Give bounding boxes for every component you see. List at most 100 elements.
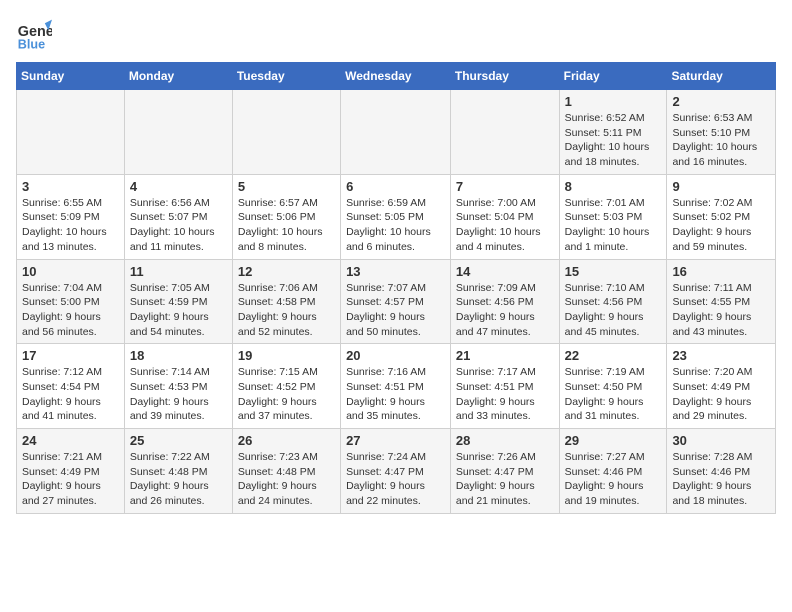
day-number: 10 — [22, 264, 119, 279]
calendar-cell — [232, 90, 340, 175]
day-detail: Sunrise: 6:59 AM Sunset: 5:05 PM Dayligh… — [346, 196, 445, 255]
calendar-cell: 30Sunrise: 7:28 AM Sunset: 4:46 PM Dayli… — [667, 429, 776, 514]
day-detail: Sunrise: 7:17 AM Sunset: 4:51 PM Dayligh… — [456, 365, 554, 424]
day-number: 22 — [565, 348, 662, 363]
day-detail: Sunrise: 7:28 AM Sunset: 4:46 PM Dayligh… — [672, 450, 770, 509]
day-detail: Sunrise: 6:52 AM Sunset: 5:11 PM Dayligh… — [565, 111, 662, 170]
day-number: 9 — [672, 179, 770, 194]
calendar-cell: 23 Sunrise: 7:20 AM Sunset: 4:49 PM Dayli… — [667, 344, 776, 429]
day-detail: Sunrise: 7:01 AM Sunset: 5:03 PM Dayligh… — [565, 196, 662, 255]
calendar-cell: 14 Sunrise: 7:09 AM Sunset: 4:56 PM Dayli… — [450, 259, 559, 344]
day-detail: Sunrise: 6:57 AM Sunset: 5:06 PM Dayligh… — [238, 196, 335, 255]
day-detail: Sunrise: 7:10 AM Sunset: 4:56 PM Dayligh… — [565, 281, 662, 340]
day-detail: Sunrise: 7:23 AM Sunset: 4:48 PM Dayligh… — [238, 450, 335, 509]
weekday-header: Friday — [559, 63, 667, 90]
day-detail: Sunrise: 7:00 AM Sunset: 5:04 PM Dayligh… — [456, 196, 554, 255]
day-number: 28 — [456, 433, 554, 448]
day-number: 11 — [130, 264, 227, 279]
day-number: 8 — [565, 179, 662, 194]
weekday-header: Sunday — [17, 63, 125, 90]
weekday-header: Tuesday — [232, 63, 340, 90]
calendar-cell — [450, 90, 559, 175]
calendar-cell: 12Sunrise: 7:06 AM Sunset: 4:58 PM Dayli… — [232, 259, 340, 344]
calendar-cell: 7 Sunrise: 7:00 AM Sunset: 5:04 PM Daylig… — [450, 174, 559, 259]
day-number: 21 — [456, 348, 554, 363]
day-detail: Sunrise: 7:14 AM Sunset: 4:53 PM Dayligh… — [130, 365, 227, 424]
calendar-cell: 16 Sunrise: 7:11 AM Sunset: 4:55 PM Dayli… — [667, 259, 776, 344]
calendar-cell: 29 Sunrise: 7:27 AM Sunset: 4:46 PM Dayli… — [559, 429, 667, 514]
day-number: 5 — [238, 179, 335, 194]
calendar-cell: 9 Sunrise: 7:02 AM Sunset: 5:02 PM Daylig… — [667, 174, 776, 259]
weekday-header: Saturday — [667, 63, 776, 90]
day-number: 17 — [22, 348, 119, 363]
day-detail: Sunrise: 7:05 AM Sunset: 4:59 PM Dayligh… — [130, 281, 227, 340]
calendar-cell: 13 Sunrise: 7:07 AM Sunset: 4:57 PM Dayli… — [341, 259, 451, 344]
day-detail: Sunrise: 7:11 AM Sunset: 4:55 PM Dayligh… — [672, 281, 770, 340]
day-detail: Sunrise: 7:26 AM Sunset: 4:47 PM Dayligh… — [456, 450, 554, 509]
weekday-header: Thursday — [450, 63, 559, 90]
day-detail: Sunrise: 7:15 AM Sunset: 4:52 PM Dayligh… — [238, 365, 335, 424]
calendar-cell: 3 Sunrise: 6:55 AM Sunset: 5:09 PM Daylig… — [17, 174, 125, 259]
day-detail: Sunrise: 7:21 AM Sunset: 4:49 PM Dayligh… — [22, 450, 119, 509]
day-detail: Sunrise: 7:24 AM Sunset: 4:47 PM Dayligh… — [346, 450, 445, 509]
calendar-cell: 19 Sunrise: 7:15 AM Sunset: 4:52 PM Dayli… — [232, 344, 340, 429]
calendar-cell: 20Sunrise: 7:16 AM Sunset: 4:51 PM Dayli… — [341, 344, 451, 429]
day-detail: Sunrise: 6:53 AM Sunset: 5:10 PM Dayligh… — [672, 111, 770, 170]
day-number: 20 — [346, 348, 445, 363]
calendar-cell: 17 Sunrise: 7:12 AM Sunset: 4:54 PM Dayli… — [17, 344, 125, 429]
day-number: 29 — [565, 433, 662, 448]
day-detail: Sunrise: 7:22 AM Sunset: 4:48 PM Dayligh… — [130, 450, 227, 509]
day-number: 2 — [672, 94, 770, 109]
day-detail: Sunrise: 7:20 AM Sunset: 4:49 PM Dayligh… — [672, 365, 770, 424]
day-detail: Sunrise: 7:06 AM Sunset: 4:58 PM Dayligh… — [238, 281, 335, 340]
calendar-cell: 25 Sunrise: 7:22 AM Sunset: 4:48 PM Dayli… — [124, 429, 232, 514]
calendar-cell: 15 Sunrise: 7:10 AM Sunset: 4:56 PM Dayli… — [559, 259, 667, 344]
day-number: 15 — [565, 264, 662, 279]
calendar-cell: 26 Sunrise: 7:23 AM Sunset: 4:48 PM Dayli… — [232, 429, 340, 514]
day-detail: Sunrise: 7:07 AM Sunset: 4:57 PM Dayligh… — [346, 281, 445, 340]
calendar-cell: 22 Sunrise: 7:19 AM Sunset: 4:50 PM Dayli… — [559, 344, 667, 429]
calendar-cell: 27 Sunrise: 7:24 AM Sunset: 4:47 PM Dayli… — [341, 429, 451, 514]
day-detail: Sunrise: 7:09 AM Sunset: 4:56 PM Dayligh… — [456, 281, 554, 340]
day-detail: Sunrise: 7:02 AM Sunset: 5:02 PM Dayligh… — [672, 196, 770, 255]
calendar-cell: 24 Sunrise: 7:21 AM Sunset: 4:49 PM Dayli… — [17, 429, 125, 514]
calendar-cell: 8 Sunrise: 7:01 AM Sunset: 5:03 PM Daylig… — [559, 174, 667, 259]
day-number: 23 — [672, 348, 770, 363]
calendar-cell: 11 Sunrise: 7:05 AM Sunset: 4:59 PM Dayli… — [124, 259, 232, 344]
logo: General Blue — [16, 16, 58, 52]
day-number: 24 — [22, 433, 119, 448]
day-number: 14 — [456, 264, 554, 279]
calendar-cell — [17, 90, 125, 175]
day-number: 25 — [130, 433, 227, 448]
weekday-header: Wednesday — [341, 63, 451, 90]
logo-icon: General Blue — [16, 16, 52, 52]
calendar-cell — [341, 90, 451, 175]
page-header: General Blue — [16, 16, 776, 52]
calendar-cell: 18 Sunrise: 7:14 AM Sunset: 4:53 PM Dayli… — [124, 344, 232, 429]
day-number: 4 — [130, 179, 227, 194]
day-number: 26 — [238, 433, 335, 448]
calendar-cell — [124, 90, 232, 175]
calendar-cell: 6Sunrise: 6:59 AM Sunset: 5:05 PM Daylig… — [341, 174, 451, 259]
day-number: 13 — [346, 264, 445, 279]
calendar-header: SundayMondayTuesdayWednesdayThursdayFrid… — [17, 63, 776, 90]
day-number: 1 — [565, 94, 662, 109]
day-number: 19 — [238, 348, 335, 363]
day-detail: Sunrise: 6:55 AM Sunset: 5:09 PM Dayligh… — [22, 196, 119, 255]
day-detail: Sunrise: 7:27 AM Sunset: 4:46 PM Dayligh… — [565, 450, 662, 509]
day-number: 16 — [672, 264, 770, 279]
day-detail: Sunrise: 7:12 AM Sunset: 4:54 PM Dayligh… — [22, 365, 119, 424]
calendar-cell: 1 Sunrise: 6:52 AM Sunset: 5:11 PM Daylig… — [559, 90, 667, 175]
day-detail: Sunrise: 7:19 AM Sunset: 4:50 PM Dayligh… — [565, 365, 662, 424]
day-number: 3 — [22, 179, 119, 194]
calendar-cell: 10 Sunrise: 7:04 AM Sunset: 5:00 PM Dayli… — [17, 259, 125, 344]
day-number: 27 — [346, 433, 445, 448]
day-detail: Sunrise: 7:04 AM Sunset: 5:00 PM Dayligh… — [22, 281, 119, 340]
calendar-cell: 2 Sunrise: 6:53 AM Sunset: 5:10 PM Daylig… — [667, 90, 776, 175]
day-detail: Sunrise: 6:56 AM Sunset: 5:07 PM Dayligh… — [130, 196, 227, 255]
day-number: 7 — [456, 179, 554, 194]
calendar-cell: 4 Sunrise: 6:56 AM Sunset: 5:07 PM Daylig… — [124, 174, 232, 259]
day-number: 18 — [130, 348, 227, 363]
calendar-cell: 21 Sunrise: 7:17 AM Sunset: 4:51 PM Dayli… — [450, 344, 559, 429]
calendar-cell: 28 Sunrise: 7:26 AM Sunset: 4:47 PM Dayli… — [450, 429, 559, 514]
